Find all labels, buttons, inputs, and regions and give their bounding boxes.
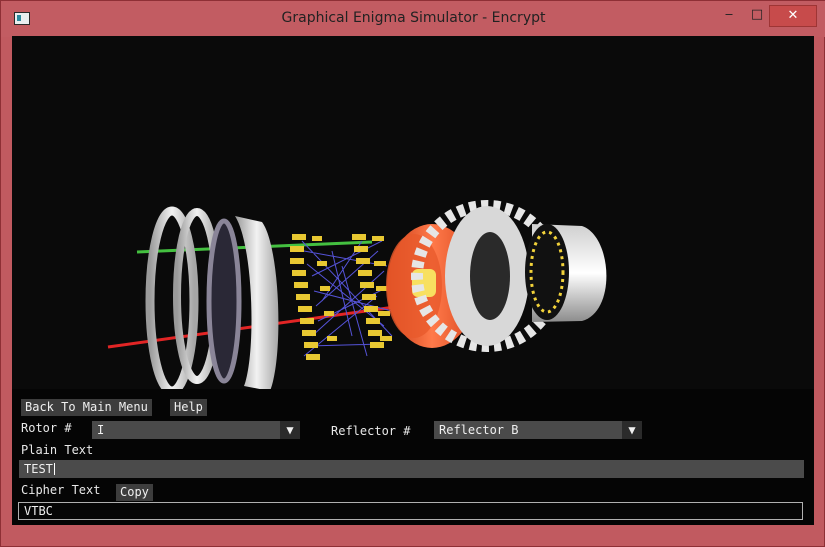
cipher-text-output[interactable]: VTBC xyxy=(18,502,803,520)
text-caret xyxy=(53,463,55,475)
rotor-dropdown[interactable]: I ▼ xyxy=(92,421,300,439)
maximize-icon[interactable]: □ xyxy=(742,5,772,27)
rotor-pins-right xyxy=(352,234,392,348)
cipher-text-label: Cipher Text xyxy=(21,483,101,497)
title-bar[interactable]: Graphical Enigma Simulator - Encrypt ‒ □… xyxy=(1,1,825,37)
close-icon[interactable]: ✕ xyxy=(769,5,817,27)
window-title: Graphical Enigma Simulator - Encrypt xyxy=(281,10,546,26)
plain-text-label: Plain Text xyxy=(21,443,94,457)
rotor-label: Rotor # xyxy=(21,421,72,435)
control-panel: Back To Main Menu Help Rotor # I ▼ Refle… xyxy=(12,389,814,525)
rotor-selected-value: I xyxy=(97,423,105,437)
reflector-selected-value: Reflector B xyxy=(439,423,519,437)
plain-text-value: TEST xyxy=(24,462,53,476)
enigma-3d-model xyxy=(107,200,607,396)
enigma-3d-viewport[interactable] xyxy=(12,36,814,396)
reflector-label: Reflector # xyxy=(331,424,411,438)
chevron-down-icon[interactable]: ▼ xyxy=(280,421,300,439)
help-button[interactable]: Help xyxy=(170,399,207,416)
copy-button[interactable]: Copy xyxy=(116,484,153,501)
plain-text-input[interactable]: TEST xyxy=(19,460,804,478)
rotor-disc xyxy=(206,218,242,384)
rotor-wiring xyxy=(301,240,393,357)
cipher-text-value: VTBC xyxy=(24,504,53,518)
minimize-icon[interactable]: ‒ xyxy=(714,5,744,27)
chevron-down-icon[interactable]: ▼ xyxy=(622,421,642,439)
reflector-dropdown[interactable]: Reflector B ▼ xyxy=(434,421,642,439)
back-to-main-menu-button[interactable]: Back To Main Menu xyxy=(21,399,152,416)
rotor-plate xyxy=(235,216,279,391)
app-window: Graphical Enigma Simulator - Encrypt ‒ □… xyxy=(0,0,825,547)
